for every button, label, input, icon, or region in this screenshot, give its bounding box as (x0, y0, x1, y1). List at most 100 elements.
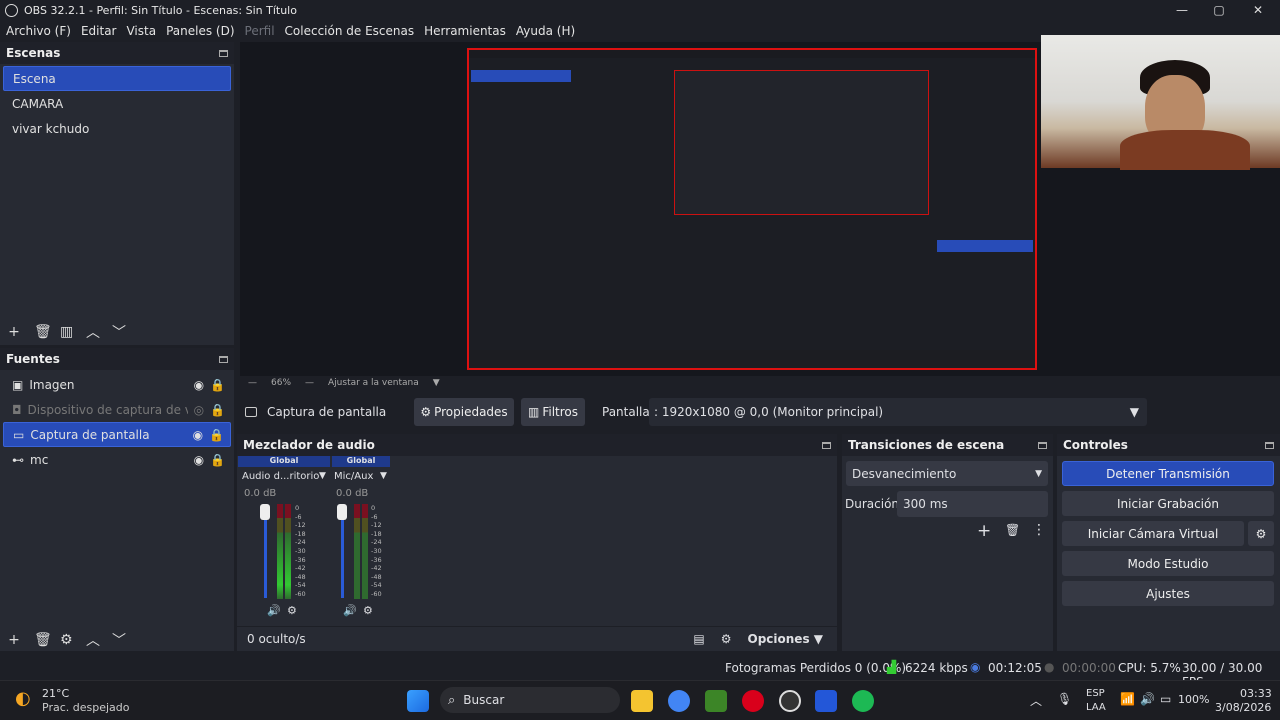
settings-button[interactable]: Ajustes (1062, 581, 1274, 606)
chevron-down-icon[interactable]: ▼ (319, 471, 326, 481)
wifi-icon[interactable]: 📶 (1120, 692, 1135, 706)
spotify-icon[interactable] (852, 690, 874, 712)
add-icon[interactable]: + (8, 324, 20, 340)
link-icon[interactable]: ⚙ (721, 632, 732, 646)
chevron-down-icon[interactable]: ▼ (433, 378, 440, 388)
roblox-icon[interactable] (815, 690, 837, 712)
volume-slider-handle[interactable] (337, 504, 347, 520)
more-icon[interactable]: ⋮ (1032, 522, 1046, 538)
gear-icon[interactable]: ⚙ (363, 604, 373, 617)
menu-docks[interactable]: Paneles (D) (166, 24, 234, 38)
source-toolbar: Captura de pantalla ⚙ Propiedades ▥ Filtro… (237, 398, 1280, 426)
source-item[interactable]: ⊷ mc ◉ 🔒 (3, 447, 231, 472)
undock-icon[interactable] (822, 441, 831, 449)
chevron-down-icon[interactable]: ﹀ (112, 630, 126, 650)
minimize-button[interactable]: — (1167, 2, 1197, 18)
menu-edit[interactable]: Editar (81, 24, 117, 38)
menu-tools[interactable]: Herramientas (424, 24, 506, 38)
chevron-down-icon[interactable]: ▼ (380, 471, 387, 481)
channel-tag: Global (238, 456, 330, 467)
source-item[interactable]: ◘Dispositivo de captura de video◎🔒 (3, 397, 231, 422)
opera-icon[interactable] (742, 690, 764, 712)
chevron-down-icon[interactable]: ﹀ (112, 322, 126, 342)
lang-layout[interactable]: LAA (1086, 702, 1106, 713)
menu-file[interactable]: Archivo (F) (6, 24, 71, 38)
scene-item[interactable]: vivar kchudo (3, 116, 231, 141)
screen-capture-preview[interactable] (467, 48, 1037, 370)
chevron-down-icon: ▼ (1129, 405, 1139, 419)
lock-icon[interactable]: 🔒 (210, 403, 225, 417)
lock-icon[interactable]: 🔒 (210, 378, 225, 392)
gear-icon[interactable]: ⚙ (287, 604, 297, 617)
duration-input[interactable]: 300 ms (897, 491, 1048, 517)
meter-scale: 0 -6 -12 -18 -24 -30 -36 -42 -48 -54 -60 (295, 504, 306, 598)
clock-date[interactable]: 3/08/2026 (1215, 701, 1271, 714)
menu-view[interactable]: Vista (126, 24, 156, 38)
volume-slider-handle[interactable] (260, 504, 270, 520)
chrome-icon[interactable] (668, 690, 690, 712)
start-recording-button[interactable]: Iniciar Grabación (1062, 491, 1274, 516)
menu-scene-collection[interactable]: Colección de Escenas (285, 24, 415, 38)
menu-help[interactable]: Ayuda (H) (516, 24, 575, 38)
trash-icon[interactable]: 🗑 (1005, 523, 1020, 537)
microphone-icon[interactable]: 🎙 (1057, 692, 1072, 706)
lang-code[interactable]: ESP (1086, 688, 1105, 699)
filter-icon[interactable]: ▥ (60, 324, 73, 340)
volume-icon[interactable]: 🔊 (1140, 692, 1155, 706)
scene-item[interactable]: CAMARA (3, 91, 231, 116)
studio-mode-button[interactable]: Modo Estudio (1062, 551, 1274, 576)
gear-icon[interactable]: ⚙ (60, 632, 73, 648)
start-virtual-camera-button[interactable]: Iniciar Cámara Virtual (1062, 521, 1244, 546)
gear-icon[interactable]: ⚙ (1248, 521, 1274, 546)
scene-item[interactable]: Escena (3, 66, 231, 91)
weather-temp: 21°C (42, 687, 70, 700)
windows-start-icon[interactable] (407, 690, 429, 712)
add-icon[interactable]: + (8, 632, 20, 648)
eye-icon[interactable]: ◉ (194, 453, 204, 467)
eye-icon[interactable]: ◉ (194, 378, 204, 392)
lock-icon[interactable]: 🔒 (209, 428, 224, 442)
transition-select[interactable]: Desvanecimiento ▼ (846, 461, 1048, 486)
maximize-button[interactable]: ▢ (1204, 2, 1234, 18)
obs-taskbar-icon[interactable] (779, 690, 801, 712)
menu-profile[interactable]: Perfil (245, 24, 275, 38)
chevron-up-icon[interactable]: ︿ (1030, 692, 1042, 709)
channel-db: 0.0 dB (244, 488, 277, 499)
layout-icon[interactable]: ▤ (693, 632, 704, 646)
close-button[interactable]: ✕ (1243, 2, 1273, 18)
trash-icon[interactable]: 🗑 (34, 632, 52, 648)
eye-icon[interactable]: ◉ (193, 428, 203, 442)
file-explorer-icon[interactable] (631, 690, 653, 712)
weather-icon: ◐ (15, 688, 31, 709)
fit-window[interactable]: Ajustar a la ventana (328, 378, 419, 388)
undock-icon[interactable] (219, 49, 228, 57)
status-bar: Fotogramas Perdidos 0 (0.0%) ▟ 6224 kbps… (0, 656, 1280, 689)
stop-stream-button[interactable]: Detener Transmisión (1062, 461, 1274, 486)
controls-dock: Controles Detener Transmisión Iniciar Gr… (1057, 434, 1280, 651)
battery-icon[interactable]: ▭ (1160, 692, 1171, 706)
speaker-icon[interactable]: 🔊 (343, 604, 357, 617)
chevron-up-icon[interactable]: ︿ (86, 630, 100, 650)
properties-button[interactable]: ⚙ Propiedades (414, 398, 514, 426)
screen-label: Pantalla (602, 405, 650, 419)
zoom-out-icon[interactable]: — (248, 378, 257, 388)
search-box[interactable]: ⌕ Buscar (440, 687, 620, 713)
undock-icon[interactable] (1265, 441, 1274, 449)
lock-icon[interactable]: 🔒 (210, 453, 225, 467)
filters-button[interactable]: ▥ Filtros (521, 398, 585, 426)
zoom-in-icon[interactable]: — (305, 378, 314, 388)
eye-off-icon[interactable]: ◎ (194, 403, 204, 417)
game-capture-icon: ⊷ (12, 452, 24, 467)
monitor-select[interactable]: : 1920x1080 @ 0,0 (Monitor principal) ▼ (649, 398, 1147, 426)
undock-icon[interactable] (219, 355, 228, 363)
trash-icon[interactable]: 🗑 (34, 324, 52, 340)
undock-icon[interactable] (1038, 441, 1047, 449)
minecraft-icon[interactable] (705, 690, 727, 712)
source-item[interactable]: ▭ Captura de pantalla ◉ 🔒 (3, 422, 231, 447)
speaker-icon[interactable]: 🔊 (267, 604, 281, 617)
clock-time[interactable]: 03:33 (1240, 687, 1272, 700)
options-button[interactable]: Opciones ▼ (748, 632, 824, 646)
add-icon[interactable]: + (977, 521, 991, 541)
source-item[interactable]: ▣ Imagen ◉ 🔒 (3, 372, 231, 397)
chevron-up-icon[interactable]: ︿ (86, 322, 100, 342)
